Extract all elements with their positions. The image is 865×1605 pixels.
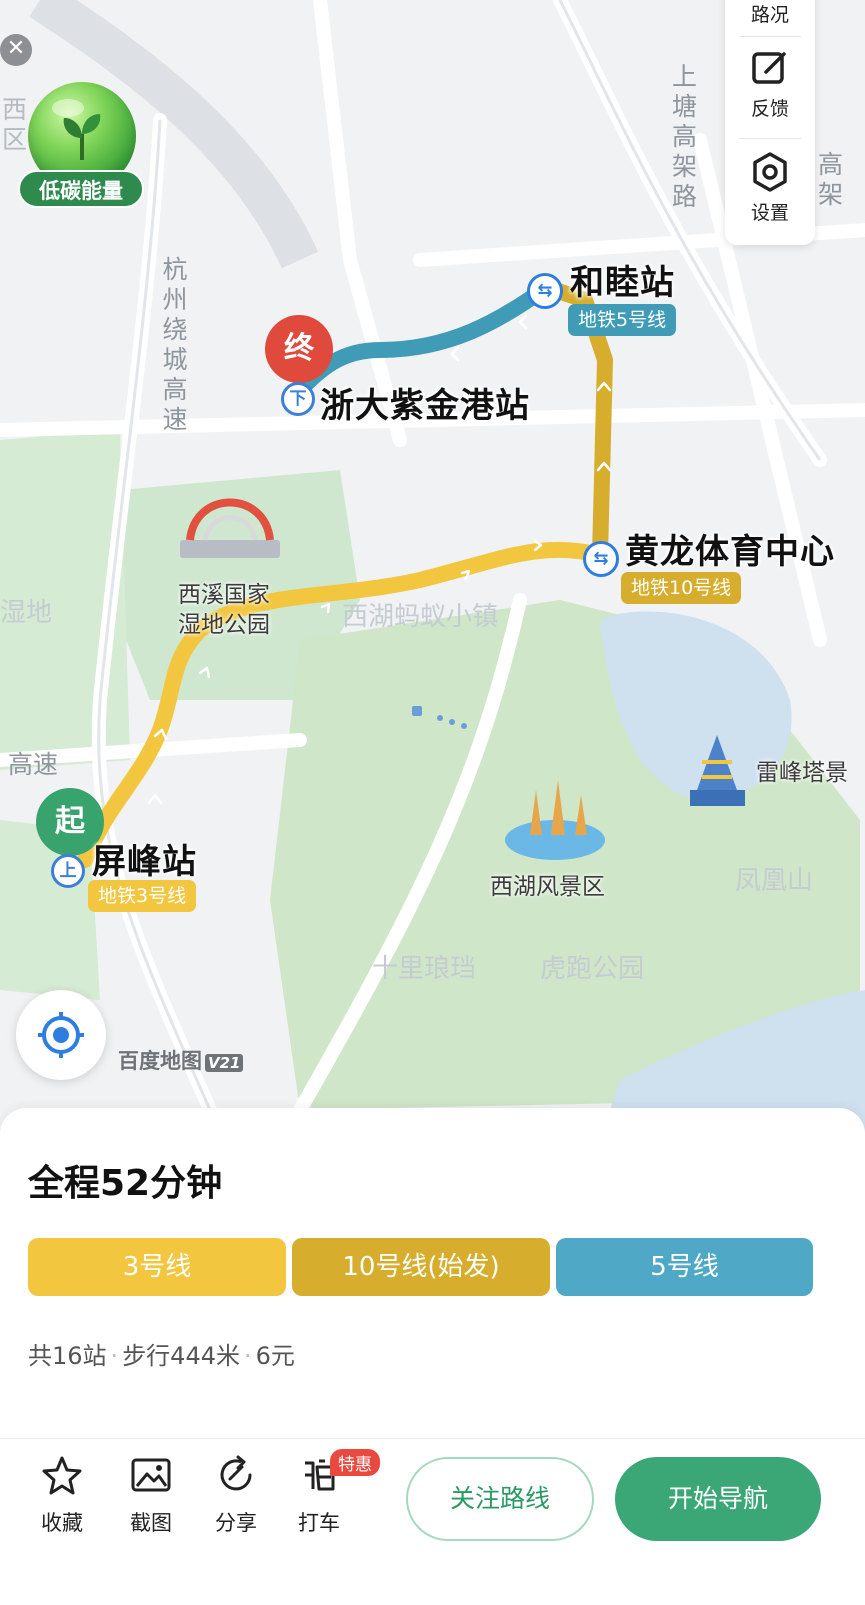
favorite-label: 收藏	[41, 1511, 83, 1535]
share-label: 分享	[215, 1511, 257, 1535]
settings-icon	[753, 152, 787, 192]
map-view[interactable]: 杭 州 绕 城 高 速 上 塘 高 架 路 高速 高 架 西 区 西湖蚂蚁小镇 …	[0, 0, 865, 1140]
feedback-label: 反馈	[750, 98, 789, 120]
elevated-road-label: 上 塘 高 架 路	[672, 62, 698, 211]
ring-highway-label: 杭 州 绕 城 高 速	[162, 255, 188, 434]
poi-leifeng-pagoda[interactable]: 雷峰塔景	[756, 758, 848, 788]
watermark-version: V21	[205, 1054, 244, 1072]
low-carbon-label: 低碳能量	[18, 170, 144, 208]
feedback-button[interactable]: 反馈	[725, 46, 815, 121]
hupao-label: 虎跑公园	[540, 954, 645, 984]
fare: 6元	[255, 1342, 295, 1370]
traffic-label: 路况	[750, 4, 789, 26]
map-watermark: 百度地图 V21	[118, 1045, 244, 1075]
end-pin[interactable]: 终	[265, 315, 333, 387]
share-icon	[220, 1455, 252, 1491]
watermark-text: 百度地图	[118, 1049, 202, 1073]
traffic-button[interactable]: 路况	[725, 0, 815, 27]
close-icon[interactable]: ✕	[0, 34, 32, 66]
bottom-action-bar: 收藏 截图 分享 打车 特惠 关注路线 开始导航	[0, 1438, 865, 1605]
line-badge-3: 地铁3号线	[88, 880, 197, 912]
destination-station-label[interactable]: 浙大紫金港站	[320, 378, 530, 427]
locate-icon	[38, 1012, 84, 1058]
poi-xixi-wetland[interactable]: 西溪国家 湿地公园	[178, 580, 270, 640]
road-right-edge-label: 高 架	[818, 150, 844, 209]
antcity-label: 西湖蚂蚁小镇	[342, 602, 499, 632]
highway-left-label: 高速	[8, 750, 59, 779]
map-tool-panel: 路况 反馈 设置	[725, 0, 815, 245]
origin-station-label[interactable]: 屏峰站	[92, 834, 197, 883]
route-summary-sheet[interactable]: 全程52分钟 3号线 10号线(始发) 5号线 共16站 · 步行444米 · 6元	[0, 1108, 865, 1438]
screenshot-button[interactable]: 截图	[116, 1453, 186, 1537]
locate-button[interactable]	[16, 990, 106, 1080]
transfer-station-hemu[interactable]: 和睦站	[570, 255, 675, 304]
segment-line-3[interactable]: 3号线	[28, 1238, 286, 1296]
route-line-5	[292, 284, 548, 398]
settings-label: 设置	[750, 202, 789, 224]
board-marker: 上	[51, 854, 85, 888]
transfer-icon[interactable]: ⇆	[583, 541, 619, 577]
poi-westlake-scenic[interactable]: 西湖风景区	[490, 872, 605, 902]
taxi-label: 打车	[298, 1511, 340, 1535]
settings-button[interactable]: 设置	[725, 150, 815, 225]
share-button[interactable]: 分享	[201, 1453, 271, 1537]
stop-count: 共16站	[28, 1342, 107, 1370]
walk-distance: 步行444米	[122, 1342, 240, 1370]
line-badge-5: 地铁5号线	[568, 304, 677, 336]
star-icon	[42, 1456, 82, 1495]
image-icon	[131, 1458, 171, 1492]
route-stats: 共16站 · 步行444米 · 6元	[28, 1342, 295, 1370]
favorite-button[interactable]: 收藏	[27, 1453, 97, 1537]
total-duration: 全程52分钟	[28, 1163, 223, 1204]
promo-badge: 特惠	[330, 1449, 380, 1476]
transfer-icon[interactable]: ⇆	[527, 273, 563, 309]
shili-label: 十里琅珰	[372, 954, 477, 984]
line-badge-10: 地铁10号线	[621, 572, 742, 604]
low-carbon-badge[interactable]: 低碳能量	[18, 82, 144, 212]
start-navigation-button[interactable]: 开始导航	[615, 1457, 821, 1541]
screenshot-label: 截图	[130, 1511, 172, 1535]
phoenix-mountain-label: 凤凰山	[735, 866, 814, 896]
transfer-station-huanglong[interactable]: 黄龙体育中心	[625, 524, 835, 573]
road-n	[313, 0, 407, 447]
alight-marker: 下	[281, 382, 315, 416]
follow-route-button[interactable]: 关注路线	[406, 1457, 594, 1541]
segment-line-5[interactable]: 5号线	[556, 1238, 813, 1296]
wetland-edge-label: 湿地	[0, 598, 53, 628]
segment-line-10[interactable]: 10号线(始发)	[292, 1238, 550, 1296]
feedback-icon	[752, 52, 786, 84]
